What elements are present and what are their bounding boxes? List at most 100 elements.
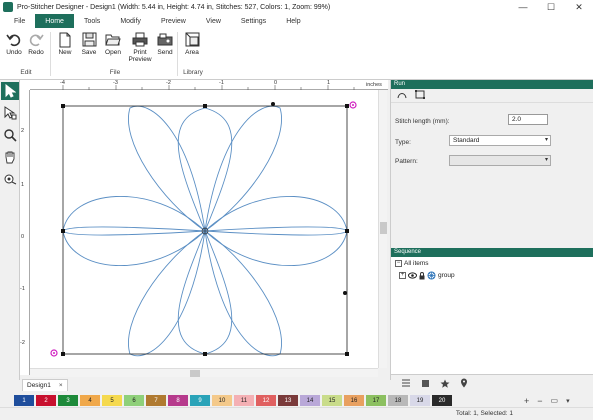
location-pin-icon[interactable] <box>460 378 468 388</box>
document-tab-design1[interactable]: Design1 × <box>22 379 68 391</box>
print-preview-icon <box>132 31 148 48</box>
vertical-scroll-thumb[interactable] <box>380 222 387 234</box>
sequence-tree: − All items + group <box>391 257 593 375</box>
maximize-button[interactable]: ☐ <box>537 0 565 14</box>
star-icon[interactable] <box>440 379 450 388</box>
stitch-length-field[interactable]: 2.0 <box>508 114 548 125</box>
area-icon <box>184 31 200 48</box>
color-swatch-5[interactable]: 5 <box>102 395 122 406</box>
tab-home[interactable]: Home <box>35 14 74 28</box>
color-swatch-8[interactable]: 8 <box>168 395 188 406</box>
resize-handle[interactable] <box>61 352 65 356</box>
center-marker <box>201 227 209 235</box>
color-swatch-12[interactable]: 12 <box>256 395 276 406</box>
zoom-tool[interactable] <box>1 126 19 144</box>
color-swatch-2[interactable]: 2 <box>36 395 56 406</box>
tab-tools[interactable]: Tools <box>74 14 110 28</box>
color-swatch-14[interactable]: 14 <box>300 395 320 406</box>
tab-settings[interactable]: Settings <box>231 14 276 28</box>
resize-handle[interactable] <box>345 104 349 108</box>
ruler-label: -3 <box>113 80 118 86</box>
color-swatch-1[interactable]: 1 <box>14 395 34 406</box>
ruler-label: 2 <box>21 128 25 134</box>
lock-icon[interactable] <box>419 271 425 280</box>
pattern-dropdown[interactable]: ▾ <box>449 155 551 166</box>
design-canvas[interactable] <box>30 90 378 368</box>
measure-tool[interactable] <box>1 170 19 188</box>
eye-icon[interactable] <box>408 272 417 279</box>
run-tab-bounds[interactable] <box>415 90 425 101</box>
sequence-item-group[interactable]: + group <box>399 271 455 280</box>
chevron-down-icon: ▾ <box>544 157 548 163</box>
redo-icon <box>28 31 44 48</box>
color-swatch-10[interactable]: 10 <box>212 395 232 406</box>
area-button[interactable]: Area <box>180 31 204 67</box>
color-swatch-7[interactable]: 7 <box>146 395 166 406</box>
resize-handle[interactable] <box>203 352 207 356</box>
color-swatch-18[interactable]: 18 <box>388 395 408 406</box>
color-swatch-9[interactable]: 9 <box>190 395 210 406</box>
undo-button[interactable]: Undo <box>2 31 26 67</box>
resize-handle[interactable] <box>203 104 207 108</box>
color-swatch-4[interactable]: 4 <box>80 395 100 406</box>
close-window-button[interactable]: ✕ <box>565 0 593 14</box>
ruler-unit-label: inches <box>366 82 382 88</box>
open-button[interactable]: Open <box>101 31 125 67</box>
tab-view[interactable]: View <box>196 14 231 28</box>
tape-measure-icon <box>4 174 17 185</box>
tab-preview[interactable]: Preview <box>151 14 196 28</box>
monitor-icon[interactable]: ▭ <box>551 396 559 405</box>
color-swatch-17[interactable]: 17 <box>366 395 386 406</box>
color-swatch-11[interactable]: 11 <box>234 395 254 406</box>
app-window: Pro-Stitcher Designer - Design1 (Width: … <box>0 0 593 420</box>
end-marker <box>50 349 58 357</box>
horizontal-scroll-thumb[interactable] <box>190 370 200 377</box>
document-tabs: Design1 × <box>20 378 388 392</box>
new-button[interactable]: New <box>53 31 77 67</box>
run-tab-stitch[interactable] <box>397 91 407 101</box>
tab-file[interactable]: File <box>4 14 35 28</box>
color-swatch-6[interactable]: 6 <box>124 395 144 406</box>
chevron-down-icon: ▾ <box>544 137 548 143</box>
chevron-down-icon[interactable]: ▾ <box>566 397 570 405</box>
select-tool[interactable] <box>1 82 19 100</box>
send-button[interactable]: Send <box>153 31 177 67</box>
horizontal-scrollbar[interactable] <box>30 368 378 377</box>
ruler-label: -1 <box>20 286 25 292</box>
tab-help[interactable]: Help <box>276 14 310 28</box>
save-button[interactable]: Save <box>77 31 101 67</box>
close-tab-icon[interactable]: × <box>59 382 63 389</box>
resize-handle[interactable] <box>61 229 65 233</box>
left-toolbar <box>0 80 20 380</box>
list-icon[interactable] <box>401 379 411 387</box>
petal <box>62 226 207 267</box>
sequence-panel-header: Sequence <box>391 248 593 257</box>
color-swatch-15[interactable]: 15 <box>322 395 342 406</box>
collapse-icon[interactable]: − <box>395 260 402 267</box>
node-point[interactable] <box>271 102 275 106</box>
sequence-item-all[interactable]: − All items <box>395 260 429 267</box>
minimize-button[interactable]: — <box>509 0 537 14</box>
node-edit-tool[interactable] <box>1 104 19 122</box>
color-swatch-13[interactable]: 13 <box>278 395 298 406</box>
zoom-out-icon[interactable]: − <box>537 396 542 406</box>
resize-handle[interactable] <box>61 104 65 108</box>
color-swatch-20[interactable]: 20 <box>432 395 452 406</box>
color-swatch-16[interactable]: 16 <box>344 395 364 406</box>
vertical-scrollbar[interactable] <box>378 90 387 368</box>
resize-handle[interactable] <box>345 229 349 233</box>
pan-tool[interactable] <box>1 148 19 166</box>
redo-button[interactable]: Redo <box>24 31 48 67</box>
expand-icon[interactable]: + <box>399 272 406 279</box>
ruler-corner <box>20 80 30 90</box>
color-swatch-3[interactable]: 3 <box>58 395 78 406</box>
layer-icon[interactable] <box>421 379 430 388</box>
color-swatch-19[interactable]: 19 <box>410 395 430 406</box>
type-dropdown[interactable]: Standard ▾ <box>449 135 551 146</box>
zoom-in-icon[interactable]: + <box>524 396 529 406</box>
print-preview-button[interactable]: Print Preview <box>126 31 154 67</box>
node-point[interactable] <box>343 291 347 295</box>
resize-handle[interactable] <box>345 352 349 356</box>
petal <box>204 105 282 232</box>
tab-modify[interactable]: Modify <box>110 14 151 28</box>
